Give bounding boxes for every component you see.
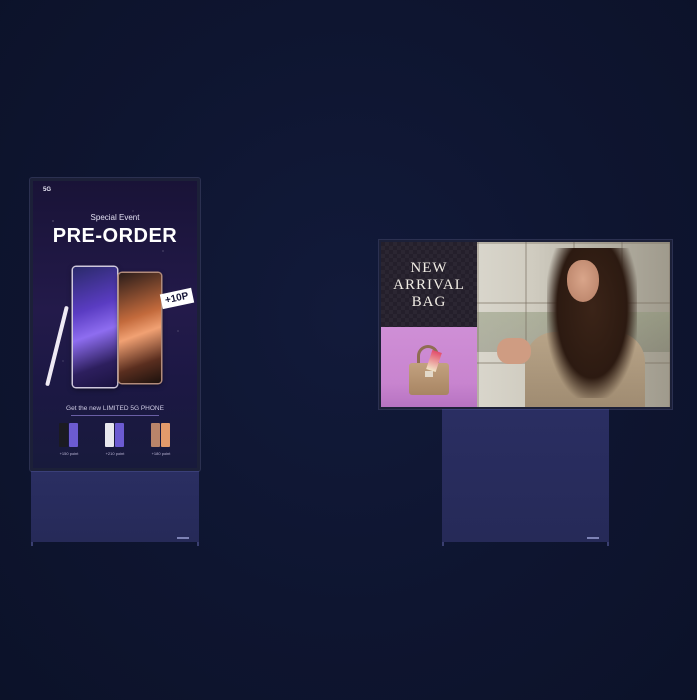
promo-caption: Get the new LIMITED 5G PHONE — [33, 405, 197, 416]
variant-phone-back — [151, 423, 160, 447]
variant-phone-front — [161, 423, 170, 447]
stand-foot — [31, 542, 33, 546]
headline-line: BAG — [411, 294, 447, 310]
handbag-image — [381, 327, 477, 407]
phone-front — [73, 267, 117, 387]
tv-bezel: 5G Special Event PRE-ORDER +10P Get the … — [30, 178, 200, 471]
brand-logo-mark — [587, 537, 599, 539]
variant-item: +210 point — [95, 421, 135, 461]
points-tag: +10P — [159, 287, 194, 310]
horizontal-tv: NEW ARRIVAL BAG — [379, 240, 672, 548]
headline-panel: NEW ARRIVAL BAG — [381, 242, 477, 327]
phone-back — [119, 273, 161, 383]
caption-underline — [71, 415, 159, 416]
variant-phone-back — [59, 423, 68, 447]
variant-phone-front — [115, 423, 124, 447]
bag-clasp — [425, 371, 433, 377]
arrival-headline: NEW ARRIVAL BAG — [381, 260, 477, 311]
headline-line: NEW — [410, 260, 448, 276]
stand-foot — [197, 542, 199, 546]
phone-hero-image: +10P — [33, 261, 197, 396]
headline-line: ARRIVAL — [393, 277, 465, 293]
variant-item: +150 point — [49, 421, 89, 461]
tv-bezel: NEW ARRIVAL BAG — [379, 240, 672, 409]
brand-logo-mark — [177, 537, 189, 539]
stand-foot — [442, 542, 444, 546]
model-face — [567, 260, 599, 302]
model-photo — [477, 242, 670, 407]
tv-screen: NEW ARRIVAL BAG — [381, 242, 670, 407]
product-scene: 5G Special Event PRE-ORDER +10P Get the … — [0, 0, 697, 700]
caption-text: Get the new LIMITED 5G PHONE — [66, 405, 164, 412]
variant-item: +180 point — [141, 421, 181, 461]
promo-headline: PRE-ORDER — [52, 225, 178, 247]
variant-points: +210 point — [105, 451, 125, 456]
event-label: Special Event — [90, 213, 140, 222]
tv-stand — [442, 409, 609, 546]
stylus-pen — [45, 305, 69, 387]
network-badge: 5G — [43, 187, 52, 193]
stand-foot — [607, 542, 609, 546]
variant-points: +150 point — [59, 451, 79, 456]
variant-phone-front — [69, 423, 78, 447]
model-hand — [497, 338, 531, 364]
variant-phone-back — [105, 423, 114, 447]
tv-screen: 5G Special Event PRE-ORDER +10P Get the … — [33, 181, 197, 468]
variant-points: +180 point — [151, 451, 171, 456]
phone-variants: +150 point +210 point +180 point — [33, 421, 197, 461]
vertical-tv: 5G Special Event PRE-ORDER +10P Get the … — [30, 178, 200, 546]
tv-stand — [31, 471, 199, 546]
